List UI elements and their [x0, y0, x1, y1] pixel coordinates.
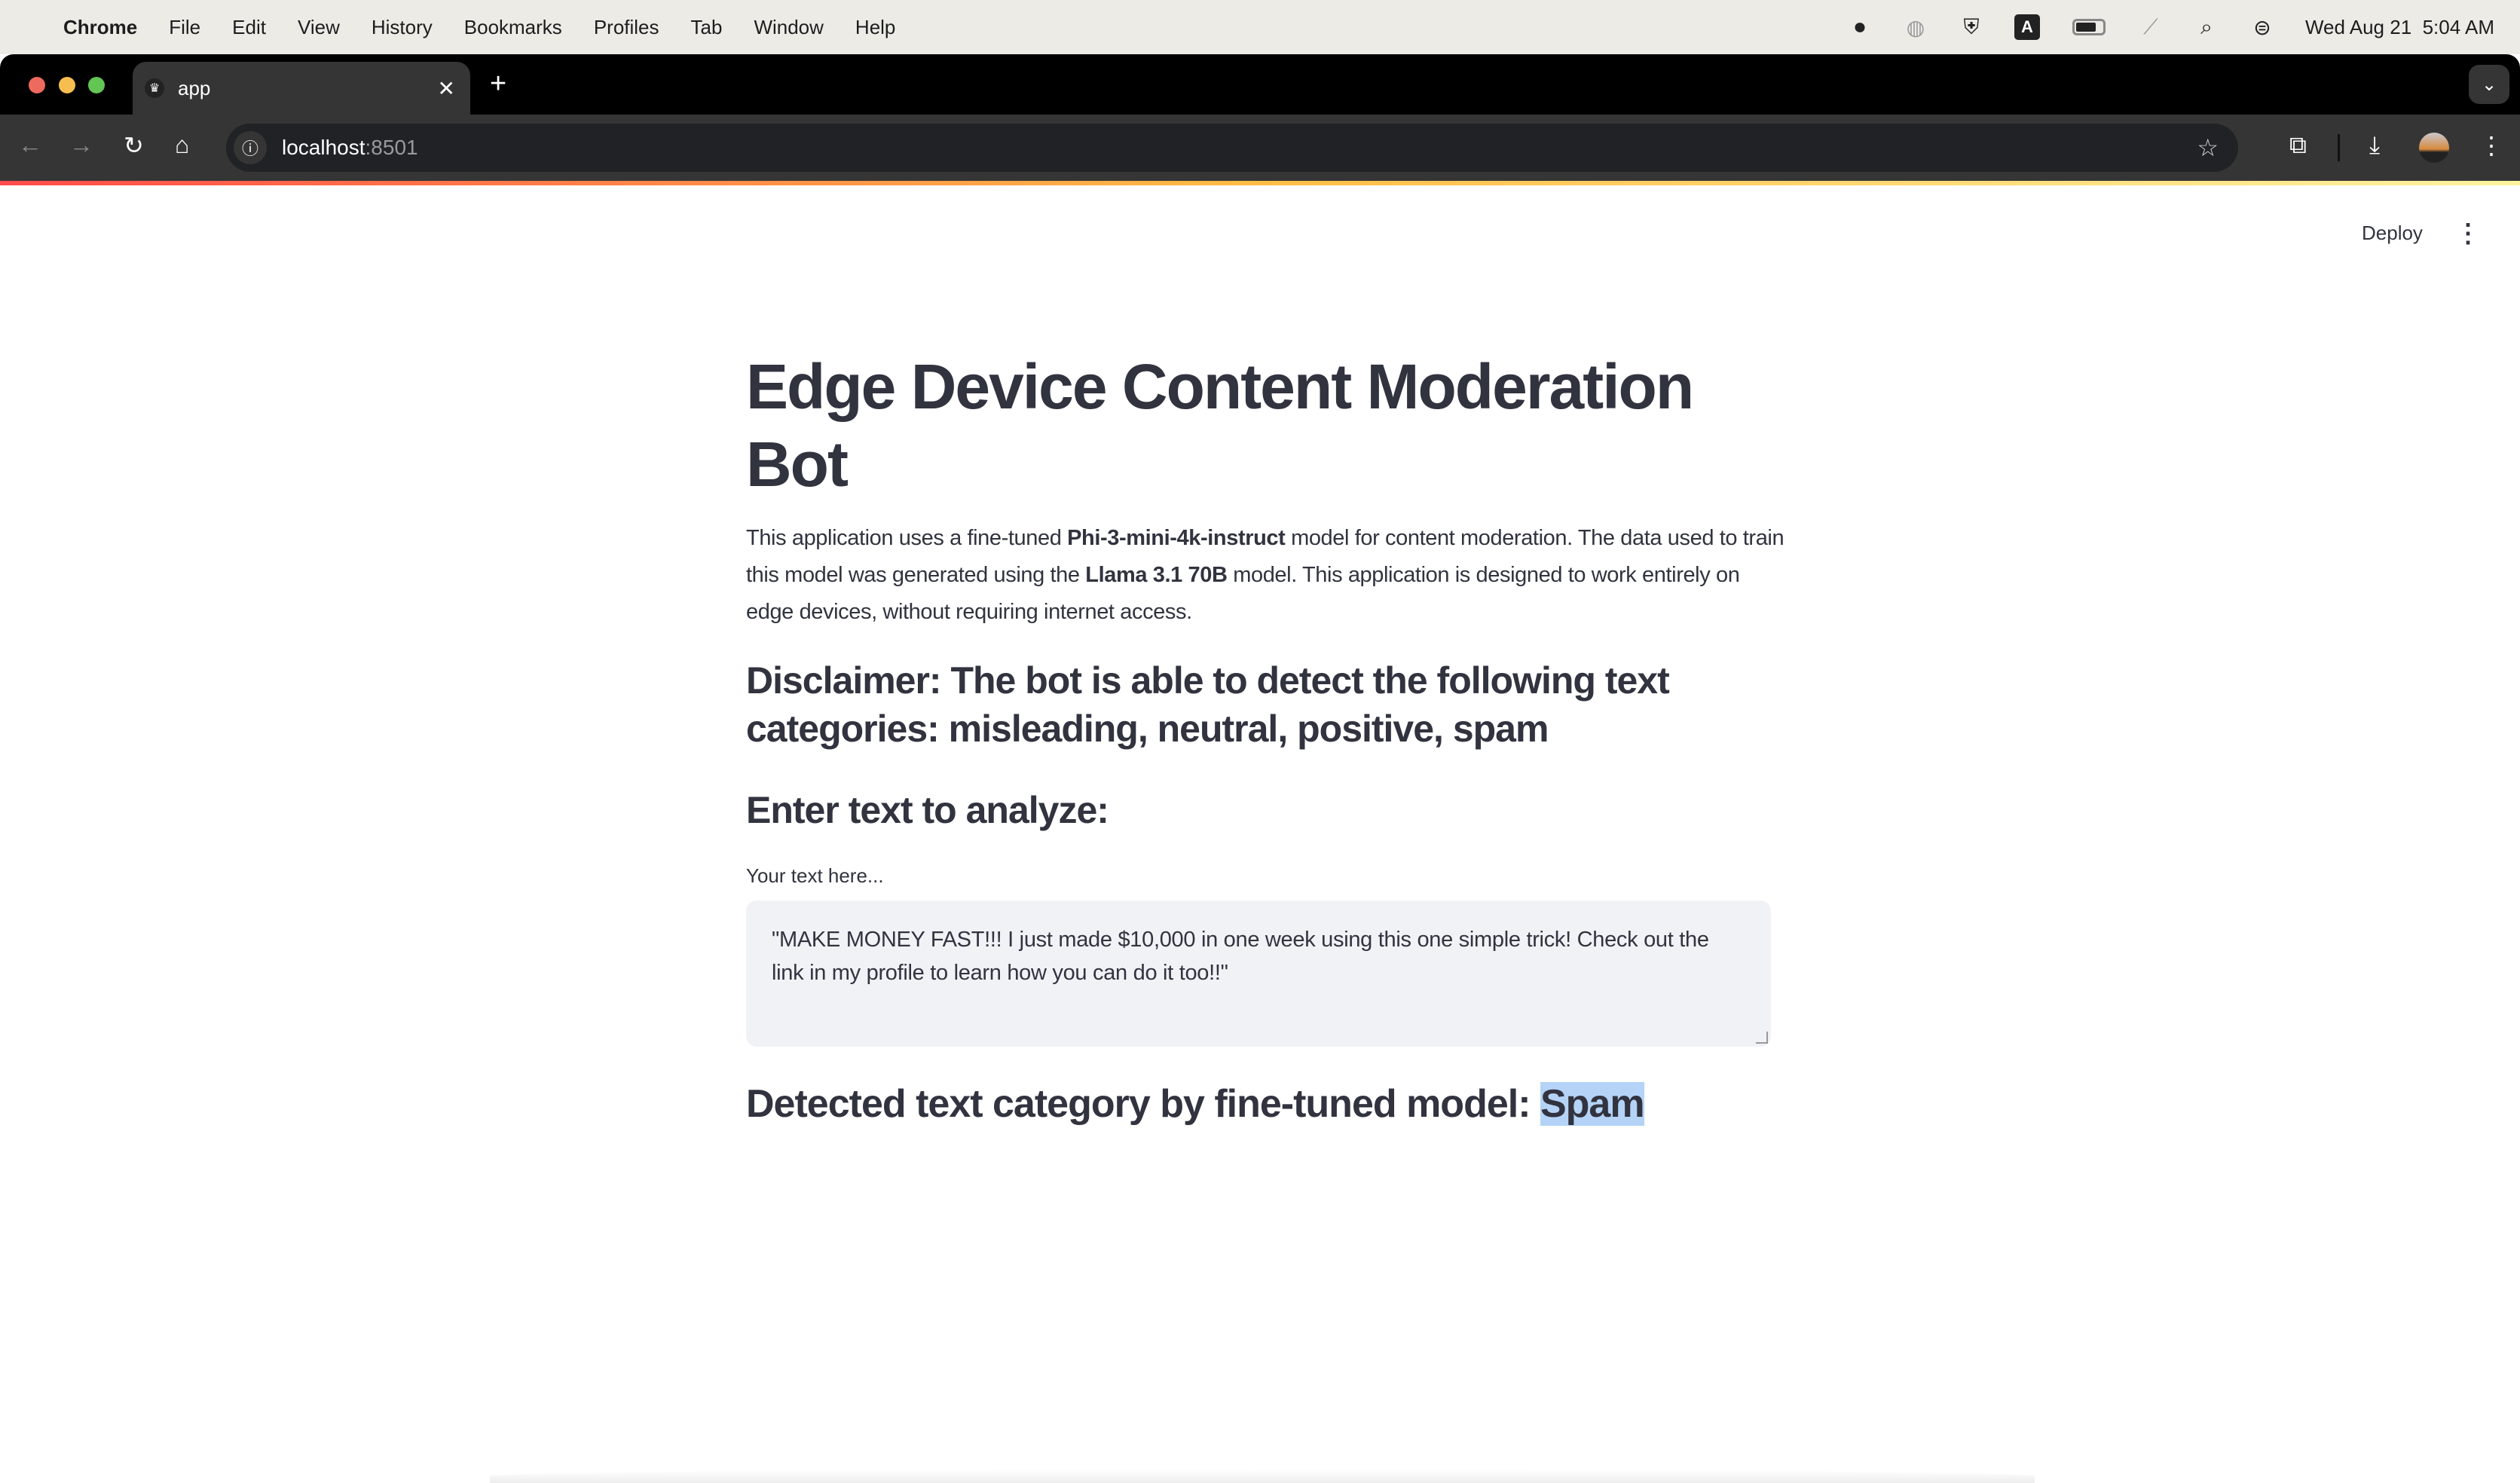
- deploy-button[interactable]: Deploy: [2362, 222, 2423, 245]
- tab-title: app: [178, 76, 211, 99]
- globe-icon[interactable]: ◍: [1903, 14, 1928, 40]
- tab-app[interactable]: ♛ app ✕: [133, 62, 470, 115]
- menu-bookmarks[interactable]: Bookmarks: [464, 16, 562, 39]
- main-content: Edge Device Content Moderation Bot This …: [746, 348, 1786, 1128]
- profile-avatar[interactable]: [2419, 133, 2449, 163]
- text-input-value: "MAKE MONEY FAST!!! I just made $10,000 …: [772, 928, 1709, 985]
- minimize-window-button[interactable]: [59, 77, 75, 93]
- tab-strip: ♛ app ✕ + ⌄: [0, 54, 2520, 115]
- site-info-icon[interactable]: ⓘ: [234, 131, 267, 164]
- text-input-area[interactable]: "MAKE MONEY FAST!!! I just made $10,000 …: [746, 901, 1771, 1047]
- new-tab-button[interactable]: +: [490, 68, 506, 100]
- home-icon[interactable]: ⌂: [175, 131, 189, 159]
- close-tab-icon[interactable]: ✕: [438, 76, 455, 101]
- result-heading: Detected text category by fine-tuned mod…: [746, 1080, 1786, 1128]
- model-name: Phi-3-mini-4k-instruct: [1067, 526, 1286, 550]
- browser-toolbar: ← → ↻ ⌂ ⓘ localhost:8501 ☆ ⧉ ⤓ ⋮: [0, 115, 2520, 181]
- shield-icon[interactable]: ⛨: [1959, 14, 1984, 40]
- url-port: :8501: [365, 136, 418, 159]
- toolbar-divider: [2338, 134, 2340, 161]
- main-menu-icon[interactable]: ⋮: [2455, 219, 2481, 249]
- menu-tab[interactable]: Tab: [691, 16, 723, 39]
- data-model-name: Llama 3.1 70B: [1085, 563, 1228, 587]
- close-window-button[interactable]: [29, 77, 45, 93]
- menu-profiles[interactable]: Profiles: [594, 16, 659, 39]
- page-title: Edge Device Content Moderation Bot: [746, 351, 1694, 500]
- enter-text-heading: Enter text to analyze:: [746, 789, 1109, 831]
- search-icon[interactable]: ⌕: [2194, 14, 2219, 40]
- extensions-icon[interactable]: ⧉: [2289, 131, 2307, 160]
- intro-paragraph: This application uses a fine-tuned Phi-3…: [746, 520, 1786, 631]
- disclaimer-heading: Disclaimer: The bot is able to detect th…: [746, 659, 1670, 750]
- streamlit-decoration-bar: [0, 181, 2520, 185]
- url-host: localhost: [282, 136, 365, 159]
- result-category: Spam: [1540, 1082, 1645, 1126]
- back-icon[interactable]: ←: [18, 131, 42, 159]
- menu-file[interactable]: File: [169, 16, 200, 39]
- streamlit-crown-icon: ♛: [145, 78, 164, 98]
- text-input-label: Your text here...: [746, 864, 884, 887]
- wifi-off-icon[interactable]: ⟋: [2138, 14, 2164, 40]
- address-bar[interactable]: ⓘ localhost:8501 ☆: [226, 124, 2238, 172]
- macos-menubar: Chrome File Edit View History Bookmarks …: [0, 0, 2520, 54]
- chrome-menu-icon[interactable]: ⋮: [2479, 131, 2503, 160]
- control-center-icon[interactable]: ⊜: [2249, 14, 2275, 40]
- bottom-shadow: [490, 1469, 2035, 1483]
- battery-icon[interactable]: [2070, 14, 2108, 40]
- record-icon[interactable]: ⏺: [1847, 14, 1873, 40]
- menu-window[interactable]: Window: [754, 16, 823, 39]
- intro-text: This application uses a fine-tuned: [746, 526, 1068, 550]
- result-prefix: Detected text category by fine-tuned mod…: [746, 1082, 1540, 1126]
- forward-icon[interactable]: →: [69, 131, 93, 159]
- reload-icon[interactable]: ↻: [124, 131, 144, 160]
- menu-view[interactable]: View: [298, 16, 340, 39]
- bookmark-star-icon[interactable]: ☆: [2197, 133, 2219, 162]
- input-source-icon[interactable]: A: [2014, 14, 2040, 40]
- menu-edit[interactable]: Edit: [232, 16, 266, 39]
- menu-app[interactable]: Chrome: [63, 16, 137, 39]
- download-icon[interactable]: ⤓: [2369, 131, 2380, 160]
- tab-search-chevron-icon[interactable]: ⌄: [2469, 65, 2509, 104]
- resize-handle[interactable]: [1756, 1032, 1768, 1044]
- clock[interactable]: Wed Aug 21 5:04 AM: [2305, 16, 2494, 39]
- maximize-window-button[interactable]: [88, 77, 105, 93]
- menu-help[interactable]: Help: [855, 16, 895, 39]
- menu-history[interactable]: History: [372, 16, 433, 39]
